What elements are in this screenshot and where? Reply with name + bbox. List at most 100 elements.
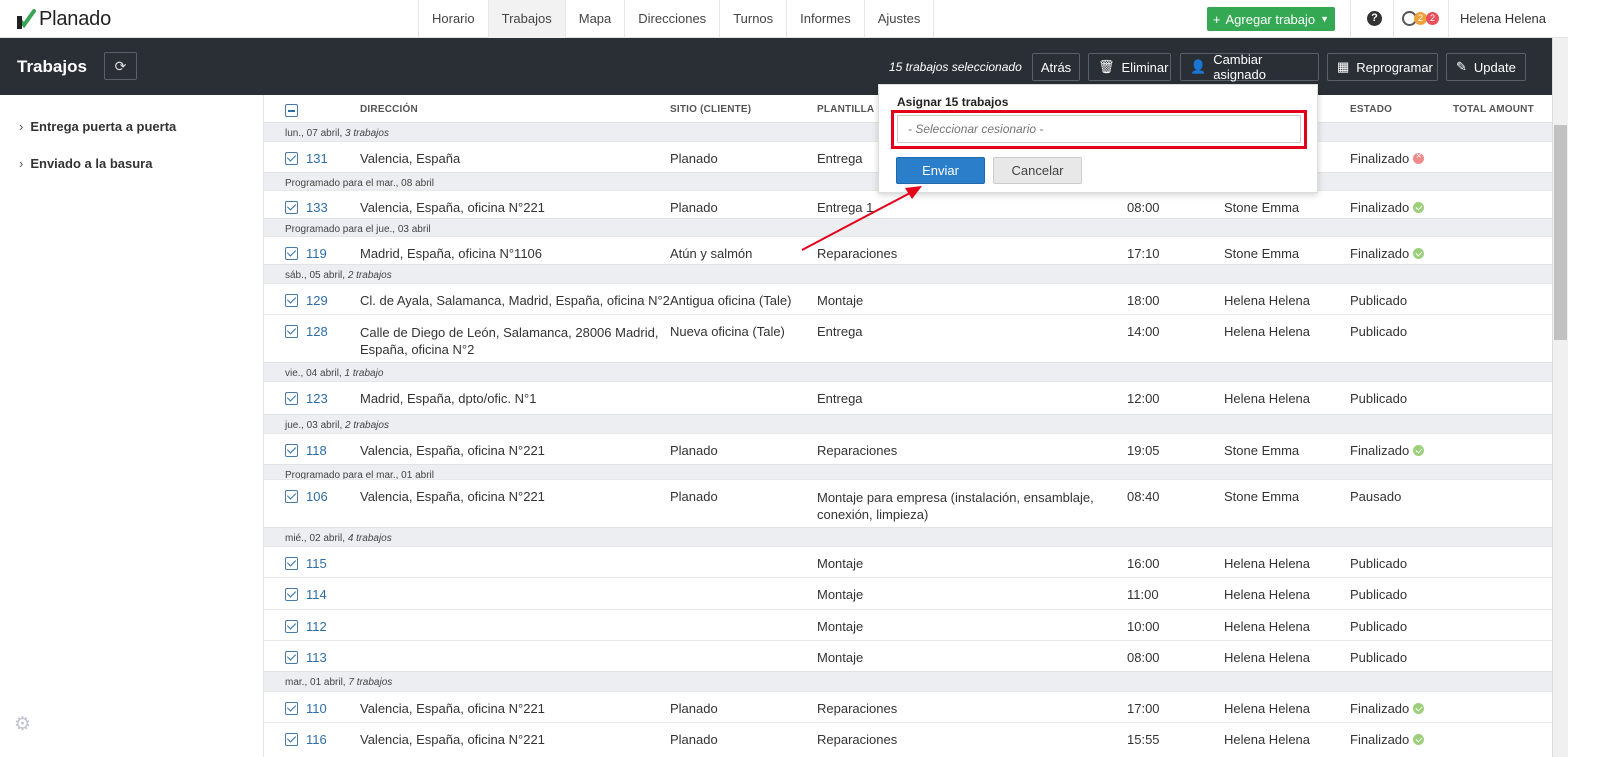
tab-informes[interactable]: Informes xyxy=(787,0,865,38)
group-date: Programado para el jue., 03 abril xyxy=(285,224,431,235)
sidebar-item-label: Enviado a la basura xyxy=(30,156,153,171)
column-address[interactable]: DIRECCIÓN xyxy=(360,104,418,115)
job-id-link[interactable]: 113 xyxy=(306,650,327,665)
change-assignee-button[interactable]: 👤 Cambiar asignado xyxy=(1180,52,1319,82)
job-id-link[interactable]: 128 xyxy=(306,324,328,339)
job-id-link[interactable]: 118 xyxy=(306,443,327,458)
table-row[interactable]: 113 Montaje 08:00 Helena Helena Publicado xyxy=(264,640,1552,671)
help-icon[interactable]: ? xyxy=(1367,11,1382,26)
column-total-amount[interactable]: TOTAL AMOUNT xyxy=(1453,104,1534,115)
row-checkbox[interactable] xyxy=(285,444,298,457)
job-id-link[interactable]: 119 xyxy=(306,246,327,261)
job-assignee: Helena Helena xyxy=(1224,324,1311,339)
job-id-link[interactable]: 115 xyxy=(306,556,327,571)
group-date: mié., 02 abril, 4 trabajos xyxy=(285,533,392,544)
job-id-link[interactable]: 129 xyxy=(306,293,328,308)
tab-horario[interactable]: Horario xyxy=(419,0,489,38)
row-checkbox[interactable] xyxy=(285,620,298,633)
job-site: Planado xyxy=(670,732,718,747)
table-row[interactable]: 116 Valencia, España, oficina N°221 Planad… xyxy=(264,722,1552,757)
add-job-label: Agregar trabajo xyxy=(1225,11,1316,27)
delete-label: Eliminar xyxy=(1121,59,1169,75)
tab-mapa[interactable]: Mapa xyxy=(566,0,626,38)
gear-icon[interactable]: ⚙ xyxy=(14,713,31,736)
table-row[interactable]: 123 Madrid, España, dpto/ofic. N°1 Entrega… xyxy=(264,381,1552,414)
delete-button[interactable]: 🗑 Eliminar xyxy=(1088,53,1171,81)
planado-logo[interactable]: Planado xyxy=(16,6,111,32)
refresh-button[interactable]: ⟳ xyxy=(104,52,137,80)
row-checkbox[interactable] xyxy=(285,651,298,664)
row-checkbox[interactable] xyxy=(285,201,298,214)
table-row[interactable]: 106 Valencia, España, oficina N°221 Planad… xyxy=(264,479,1552,527)
job-template: Reparaciones xyxy=(817,246,898,261)
tab-ajustes[interactable]: Ajustes xyxy=(865,0,935,38)
cancel-button[interactable]: Cancelar xyxy=(993,157,1082,184)
job-address: Cl. de Ayala, Salamanca, Madrid, España,… xyxy=(360,293,670,308)
table-row[interactable]: 115 Montaje 16:00 Helena Helena Publicado xyxy=(264,546,1552,577)
column-template[interactable]: PLANTILLA xyxy=(817,104,874,115)
row-checkbox[interactable] xyxy=(285,152,298,165)
job-address: Valencia, España, oficina N°221 xyxy=(360,443,545,458)
row-checkbox[interactable] xyxy=(285,294,298,307)
tab-direcciones[interactable]: Direcciones xyxy=(625,0,721,38)
table-row[interactable]: 110 Valencia, España, oficina N°221 Planad… xyxy=(264,691,1552,722)
add-job-button[interactable]: + Agregar trabajo ▼ xyxy=(1207,7,1335,31)
column-status[interactable]: ESTADO xyxy=(1350,104,1392,115)
send-button[interactable]: Enviar xyxy=(896,157,985,184)
user-menu[interactable]: Helena Helena xyxy=(1460,11,1546,26)
reschedule-button[interactable]: ▦ Reprogramar xyxy=(1327,53,1438,81)
status-check-icon xyxy=(1413,445,1425,456)
row-checkbox[interactable] xyxy=(285,733,298,746)
logo-check-icon xyxy=(17,9,36,29)
row-checkbox[interactable] xyxy=(285,588,298,601)
group-count: 7 trabajos xyxy=(348,677,393,688)
sidebar-item-door-to-door[interactable]: › Entrega puerta a puerta xyxy=(19,119,176,134)
column-site[interactable]: SITIO (CLIENTE) xyxy=(670,104,751,115)
select-all-checkbox[interactable] xyxy=(285,104,298,117)
status-check-icon xyxy=(1413,734,1425,745)
table-row[interactable]: 129 Cl. de Ayala, Salamanca, Madrid, Espa… xyxy=(264,283,1552,314)
back-button[interactable]: Atrás xyxy=(1032,53,1080,81)
notifications[interactable]: 2 2 xyxy=(1402,10,1440,27)
job-status: Publicado xyxy=(1350,391,1408,406)
job-site: Planado xyxy=(670,443,718,458)
job-id-link[interactable]: 133 xyxy=(306,200,328,215)
job-id-link[interactable]: 131 xyxy=(306,151,328,166)
job-template: Entrega xyxy=(817,151,863,166)
tab-trabajos[interactable]: Trabajos xyxy=(488,0,566,38)
job-id-link[interactable]: 106 xyxy=(306,489,328,504)
job-time: 12:00 xyxy=(1127,391,1160,406)
table-row[interactable]: 128 Calle de Diego de León, Salamanca, 28… xyxy=(264,314,1552,362)
row-checkbox[interactable] xyxy=(285,557,298,570)
job-id-link[interactable]: 123 xyxy=(306,391,328,406)
assignee-select[interactable] xyxy=(897,115,1301,143)
job-site: Planado xyxy=(670,701,718,716)
row-checkbox[interactable] xyxy=(285,702,298,715)
job-site: Planado xyxy=(670,151,718,166)
job-id-link[interactable]: 116 xyxy=(306,732,327,747)
job-status: Publicado xyxy=(1350,556,1408,571)
row-checkbox[interactable] xyxy=(285,247,298,260)
nav-divider xyxy=(1393,0,1394,38)
update-button[interactable]: ✎ Update xyxy=(1446,53,1526,81)
job-address: Calle de Diego de León, Salamanca, 28006… xyxy=(360,325,659,357)
table-row[interactable]: 118 Valencia, España, oficina N°221 Planad… xyxy=(264,433,1552,464)
popup-title: Asignar 15 trabajos xyxy=(897,95,1009,109)
job-id-link[interactable]: 114 xyxy=(306,587,327,602)
row-checkbox[interactable] xyxy=(285,490,298,503)
job-status: Publicado xyxy=(1350,650,1408,665)
table-row[interactable]: 114 Montaje 11:00 Helena Helena Publicado xyxy=(264,577,1552,609)
table-row[interactable]: 119 Madrid, España, oficina N°1106 Atún y … xyxy=(264,236,1552,267)
tab-turnos[interactable]: Turnos xyxy=(720,0,788,38)
job-template: Reparaciones xyxy=(817,732,898,747)
table-row[interactable]: 112 Montaje 10:00 Helena Helena Publicado xyxy=(264,609,1552,640)
job-id-link[interactable]: 110 xyxy=(306,701,327,716)
table-row[interactable]: 133 Valencia, España, oficina N°221 Planad… xyxy=(264,190,1552,221)
scrollbar-thumb[interactable] xyxy=(1554,125,1567,340)
sidebar-item-label: Entrega puerta a puerta xyxy=(30,119,177,134)
job-time: 08:00 xyxy=(1127,650,1160,665)
row-checkbox[interactable] xyxy=(285,392,298,405)
job-id-link[interactable]: 112 xyxy=(306,619,327,634)
row-checkbox[interactable] xyxy=(285,325,298,338)
sidebar-item-trash[interactable]: › Enviado a la basura xyxy=(19,156,152,171)
